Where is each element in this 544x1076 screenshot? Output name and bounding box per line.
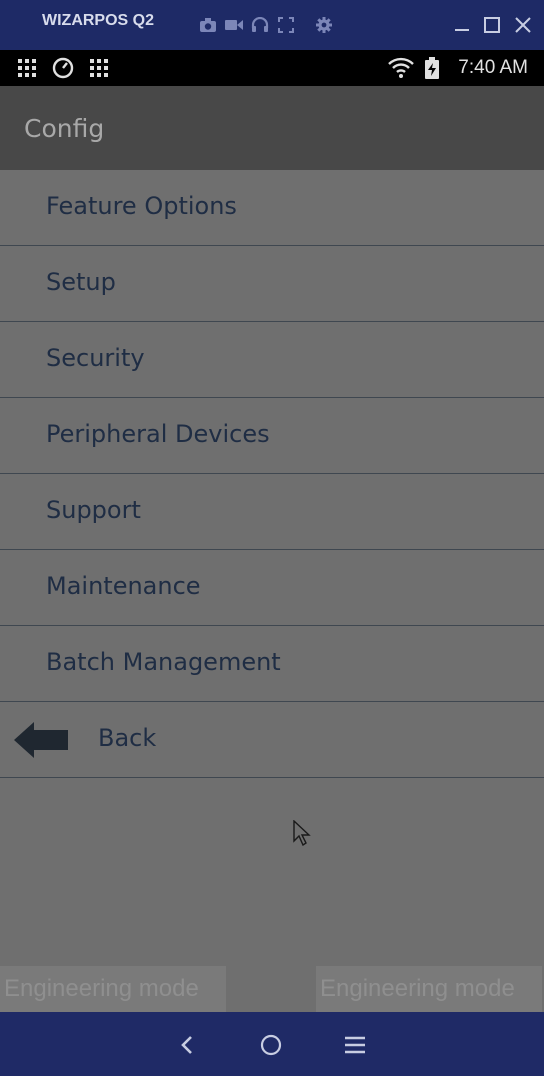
back-arrow-icon [14,722,70,758]
camera-icon[interactable] [197,14,219,36]
config-menu: Feature Options Setup Security Periphera… [0,170,544,778]
speedometer-icon [52,57,74,79]
status-time: 7:40 AM [458,57,528,78]
maximize-icon[interactable] [481,14,503,36]
engineering-mode-label-left: Engineering mode [0,966,226,1012]
page-title: Config [24,114,105,143]
close-icon[interactable] [512,14,534,36]
emulator-title-bar: WIZARPOS Q2 [0,0,544,50]
video-icon[interactable] [223,14,245,36]
menu-item-support[interactable]: Support [0,474,544,550]
menu-item-label: Maintenance [46,572,201,600]
menu-item-label: Security [46,344,145,372]
battery-charging-icon [424,57,440,79]
menu-item-label: Setup [46,268,116,296]
engineering-mode-label-right: Engineering mode [316,966,542,1012]
headphones-icon[interactable] [249,14,271,36]
menu-item-label: Feature Options [46,192,237,220]
status-bar: 7:40 AM [0,50,544,86]
mouse-cursor-icon [293,819,313,847]
menu-item-security[interactable]: Security [0,322,544,398]
menu-item-maintenance[interactable]: Maintenance [0,550,544,626]
minimize-icon[interactable] [451,14,473,36]
app-bar: Config [0,86,544,170]
wifi-icon [388,57,414,79]
back-button[interactable]: Back [0,702,544,778]
back-label: Back [98,724,157,752]
navigation-bar [0,1012,544,1076]
menu-item-peripheral-devices[interactable]: Peripheral Devices [0,398,544,474]
menu-item-setup[interactable]: Setup [0,246,544,322]
home-nav-icon[interactable] [258,1032,284,1058]
apps-grid-icon [16,57,38,79]
apps-grid-icon [88,57,110,79]
menu-item-label: Support [46,496,141,524]
settings-icon[interactable] [313,14,335,36]
back-nav-icon[interactable] [174,1032,200,1058]
menu-item-feature-options[interactable]: Feature Options [0,170,544,246]
menu-nav-icon[interactable] [342,1032,368,1058]
menu-item-batch-management[interactable]: Batch Management [0,626,544,702]
menu-item-label: Peripheral Devices [46,420,270,448]
window-title: WIZARPOS Q2 [42,12,155,29]
fullscreen-icon[interactable] [275,14,297,36]
menu-item-label: Batch Management [46,648,281,676]
